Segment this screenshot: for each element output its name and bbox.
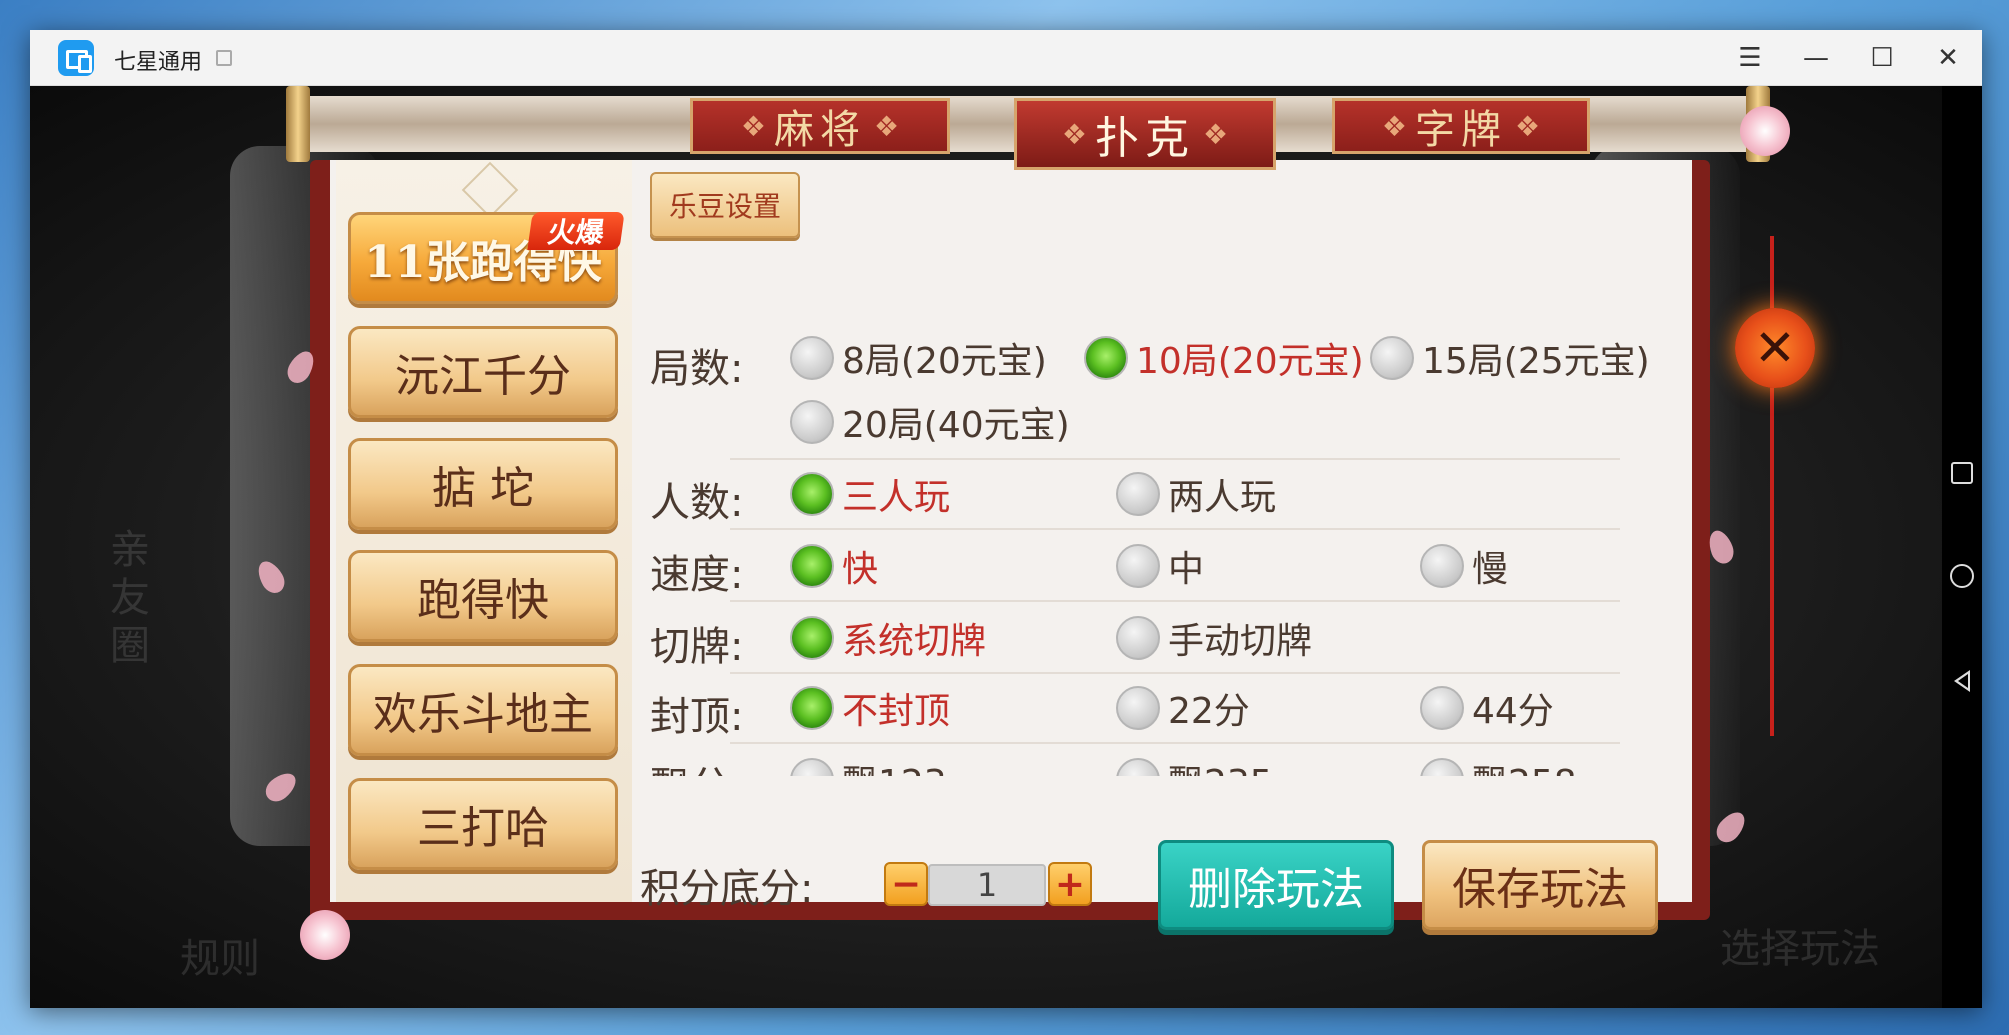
radio-selected-icon[interactable] (1084, 336, 1128, 380)
separator (730, 528, 1620, 530)
radio-icon[interactable] (1116, 686, 1160, 730)
radio-selected-icon[interactable] (790, 686, 834, 730)
radio-icon[interactable] (1420, 758, 1464, 776)
cut-label: 切牌: (650, 624, 744, 670)
flower-icon (300, 910, 350, 960)
radio-icon[interactable] (1116, 616, 1160, 660)
recent-apps-icon[interactable] (1951, 462, 1973, 484)
rounds-option-10[interactable]: 10局(20元宝) (1084, 332, 1364, 384)
separator (730, 672, 1620, 674)
cut-option-manual[interactable]: 手动切牌 (1116, 612, 1312, 664)
close-icon[interactable]: ✕ (1735, 308, 1815, 388)
float-row-clip: 飘分: 飘123 飘235 飘258 (640, 750, 1690, 776)
pin-icon[interactable] (216, 50, 232, 66)
save-wanfa-button[interactable]: 保存玩法 (1422, 840, 1658, 930)
tab-poker[interactable]: ❖ 扑克 ❖ (1014, 98, 1276, 170)
players-option-two[interactable]: 两人玩 (1116, 468, 1276, 520)
float-option-258[interactable]: 飘258 (1420, 754, 1577, 776)
rounds-option-8[interactable]: 8局(20元宝) (790, 332, 1047, 384)
title-bar: 七星通用 ☰ — ☐ ✕ (30, 30, 1982, 86)
minimize-button[interactable]: — (1796, 38, 1836, 78)
android-nav-bar (1942, 86, 1982, 1008)
back-icon[interactable] (1954, 670, 1970, 692)
game-doudizhu[interactable]: 欢乐斗地主 (348, 664, 618, 756)
speed-option-slow[interactable]: 慢 (1420, 540, 1508, 592)
ledou-settings-button[interactable]: 乐豆设置 (650, 172, 800, 238)
rounds-label: 局数: (650, 346, 744, 392)
tab-mahjong[interactable]: ❖ 麻将 ❖ (690, 98, 950, 154)
home-icon[interactable] (1950, 564, 1974, 588)
cap-option-44[interactable]: 44分 (1420, 682, 1554, 734)
cap-option-22[interactable]: 22分 (1116, 682, 1250, 734)
players-label: 人数: (650, 480, 744, 526)
radio-icon[interactable] (1116, 472, 1160, 516)
app-window: 七星通用 ☰ — ☐ ✕ 亲友圈 规则 选择玩法 ❖ 麻将 ❖ ❖ 扑克 ❖ ❖ 字牌 ❖ … (30, 30, 1982, 1008)
separator (730, 600, 1620, 602)
score-minus-button[interactable]: − (884, 862, 928, 906)
flower-icon (1740, 106, 1790, 156)
game-yuanjiang-qianfen[interactable]: 沅江千分 (348, 326, 618, 418)
hot-badge: 火爆 (527, 212, 625, 250)
speed-option-medium[interactable]: 中 (1116, 540, 1204, 592)
menu-icon[interactable]: ☰ (1730, 38, 1770, 78)
close-window-button[interactable]: ✕ (1928, 38, 1968, 78)
radio-icon[interactable] (1420, 544, 1464, 588)
radio-icon[interactable] (1116, 758, 1160, 776)
rules-hint: 规则 (180, 936, 260, 982)
tab-zipai[interactable]: ❖ 字牌 ❖ (1332, 98, 1590, 154)
score-plus-button[interactable]: + (1048, 862, 1092, 906)
float-option-235[interactable]: 飘235 (1116, 754, 1273, 776)
rounds-option-20[interactable]: 20局(40元宝) (790, 396, 1070, 448)
delete-wanfa-button[interactable]: 删除玩法 (1158, 840, 1394, 930)
float-label: 飘分: (650, 754, 743, 776)
radio-selected-icon[interactable] (790, 472, 834, 516)
friend-circle-hint: 亲友圈 (110, 527, 150, 669)
radio-icon[interactable] (1116, 544, 1160, 588)
separator (730, 458, 1620, 460)
score-value-field[interactable]: 1 (928, 864, 1046, 906)
cap-option-none[interactable]: 不封顶 (790, 682, 950, 734)
choose-wanfa-hint: 选择玩法 (1720, 926, 1880, 972)
rounds-option-15[interactable]: 15局(25元宝) (1370, 332, 1650, 384)
separator (730, 742, 1620, 744)
rod-cap-left (286, 86, 310, 162)
radio-icon[interactable] (790, 336, 834, 380)
speed-option-fast[interactable]: 快 (790, 540, 878, 592)
float-option-123[interactable]: 飘123 (790, 754, 947, 776)
cut-option-system[interactable]: 系统切牌 (790, 612, 986, 664)
radio-icon[interactable] (1370, 336, 1414, 380)
game-dianto[interactable]: 掂 坨 (348, 438, 618, 530)
cap-label: 封顶: (650, 694, 744, 740)
radio-selected-icon[interactable] (790, 616, 834, 660)
radio-icon[interactable] (1420, 686, 1464, 730)
players-option-three[interactable]: 三人玩 (790, 468, 950, 520)
score-base-label: 积分底分: (640, 866, 814, 912)
screen-mirror-app-icon (58, 40, 94, 76)
speed-label: 速度: (650, 552, 744, 598)
window-title: 七星通用 (114, 50, 203, 75)
maximize-button[interactable]: ☐ (1862, 38, 1902, 78)
radio-selected-icon[interactable] (790, 544, 834, 588)
radio-icon[interactable] (790, 758, 834, 776)
game-sandaha[interactable]: 三打哈 (348, 778, 618, 870)
game-paodekuai[interactable]: 跑得快 (348, 550, 618, 642)
radio-icon[interactable] (790, 400, 834, 444)
